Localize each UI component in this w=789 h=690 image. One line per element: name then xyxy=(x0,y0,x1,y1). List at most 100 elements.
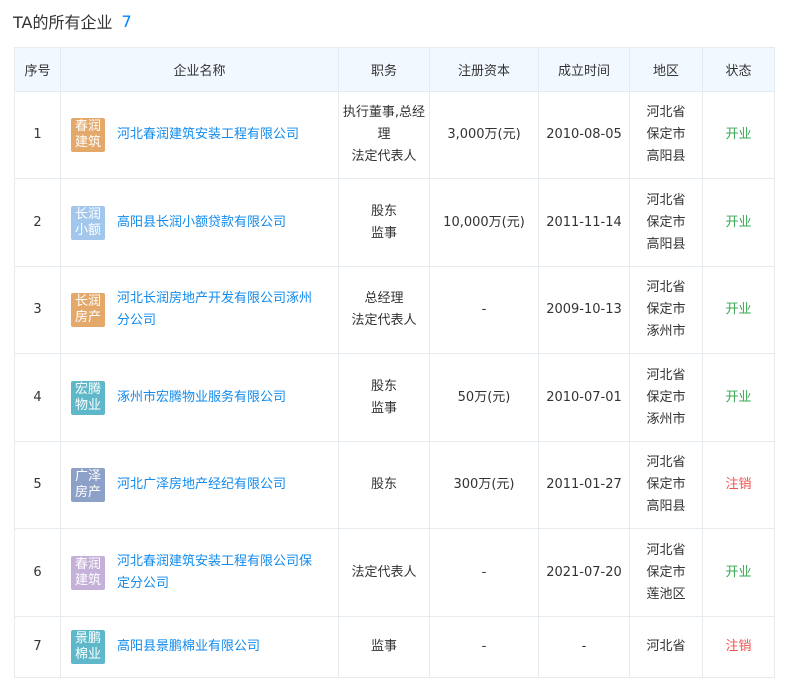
capital-cell: - xyxy=(429,616,539,678)
role-text: 股东 xyxy=(370,477,397,492)
row-index: 3 xyxy=(14,266,61,354)
table-row: 1 春润建筑 河北春润建筑安装工程有限公司 执行董事,总经理 法定代表人 3,000万(元… xyxy=(14,91,775,179)
row-index: 2 xyxy=(14,178,61,267)
company-logo[interactable]: 春润建筑 xyxy=(71,555,105,590)
capital-cell: - xyxy=(429,266,539,354)
company-logo[interactable]: 景鹏棉业 xyxy=(71,630,105,664)
company-logo-text: 春润建筑 xyxy=(74,119,101,150)
role-text: 法定代表人 xyxy=(351,564,417,580)
company-logo[interactable]: 宏腾物业 xyxy=(71,380,105,415)
region-text: 河北省 xyxy=(646,639,686,654)
table-row: 5 广泽房产 河北广泽房地产经纪有限公司 股东 300万(元) 2011-01-27 河北省… xyxy=(14,441,775,529)
role-cell: 股东 xyxy=(338,441,430,529)
company-logo-text: 春润建筑 xyxy=(74,556,101,588)
company-name-link[interactable]: 河北春润建筑安装工程有限公司 xyxy=(117,124,313,146)
region-text: 涿州市 xyxy=(646,411,686,427)
column-header-region: 地区 xyxy=(629,47,703,92)
company-name-wrap: 春润建筑 河北春润建筑安装工程有限公司保定分公司 xyxy=(71,551,338,595)
status-badge: 开业 xyxy=(702,91,775,179)
region-text: 保定市 xyxy=(646,127,686,142)
section-header: TA的所有企业 7 xyxy=(13,9,132,33)
role-text: 总经理 xyxy=(364,291,404,306)
company-cell: 春润建筑 河北春润建筑安装工程有限公司 xyxy=(60,91,339,179)
status-badge: 开业 xyxy=(702,178,775,267)
company-logo-text: 广泽房产 xyxy=(74,469,101,500)
founded-cell: - xyxy=(538,616,630,678)
founded-cell: 2011-11-14 xyxy=(538,178,630,267)
company-cell: 宏腾物业 涿州市宏腾物业服务有限公司 xyxy=(60,353,339,442)
company-logo-text: 宏腾物业 xyxy=(74,381,101,413)
table-row: 3 长润房产 河北长润房地产开发有限公司涿州分公司 总经理 法定代表人 -2009-10-… xyxy=(14,266,775,354)
company-name-link[interactable]: 河北春润建筑安装工程有限公司保定分公司 xyxy=(117,551,338,595)
founded-cell: 2011-01-27 xyxy=(538,441,630,529)
company-name-link[interactable]: 高阳县景鹏棉业有限公司 xyxy=(117,636,274,658)
company-logo[interactable]: 长润小额 xyxy=(71,205,105,240)
status-badge: 开业 xyxy=(702,266,775,354)
status-badge: 开业 xyxy=(702,528,775,617)
table-row: 6 春润建筑 河北春润建筑安装工程有限公司保定分公司 法定代表人 -2021-07-20… xyxy=(14,528,775,617)
role-cell: 法定代表人 xyxy=(338,528,430,617)
region-text: 河北省 xyxy=(646,542,686,558)
region-cell: 河北省 保定市 涿州市 xyxy=(629,353,703,442)
region-text: 高阳县 xyxy=(646,236,686,252)
company-name-wrap: 春润建筑 河北春润建筑安装工程有限公司 xyxy=(71,118,338,152)
region-text: 保定市 xyxy=(646,477,686,492)
company-name-link[interactable]: 河北长润房地产开发有限公司涿州分公司 xyxy=(117,288,338,332)
region-text: 河北省 xyxy=(646,455,686,470)
region-cell: 河北省 xyxy=(629,616,703,678)
role-cell: 股东 监事 xyxy=(338,353,430,442)
table-row: 2 长润小额 高阳县长润小额贷款有限公司 股东 监事 10,000万(元) 2011-11-… xyxy=(14,178,775,267)
company-cell: 春润建筑 河北春润建筑安装工程有限公司保定分公司 xyxy=(60,528,339,617)
region-text: 涿州市 xyxy=(646,324,686,339)
role-text: 监事 xyxy=(370,400,397,416)
role-text: 法定代表人 xyxy=(351,149,417,164)
column-header-status: 状态 xyxy=(702,47,775,92)
companies-table: 序号 企业名称 职务 注册资本 成立时间 地区 状态 1 春润建筑 河北春润建筑安装… xyxy=(14,47,775,678)
region-text: 河北省 xyxy=(646,280,686,295)
capital-cell: 3,000万(元) xyxy=(429,91,539,179)
company-name-link[interactable]: 高阳县长润小额贷款有限公司 xyxy=(117,212,300,234)
company-name-wrap: 长润房产 河北长润房地产开发有限公司涿州分公司 xyxy=(71,288,338,332)
region-text: 保定市 xyxy=(646,389,686,405)
region-text: 保定市 xyxy=(646,564,686,580)
region-text: 河北省 xyxy=(646,192,686,208)
status-badge: 开业 xyxy=(702,353,775,442)
status-badge: 注销 xyxy=(702,616,775,678)
column-header-founded: 成立时间 xyxy=(538,47,630,92)
capital-cell: 10,000万(元) xyxy=(429,178,539,267)
column-header-role: 职务 xyxy=(338,47,430,92)
company-name-link[interactable]: 河北广泽房地产经纪有限公司 xyxy=(117,474,300,496)
column-header-index: 序号 xyxy=(14,47,61,92)
founded-cell: 2010-07-01 xyxy=(538,353,630,442)
region-text: 高阳县 xyxy=(646,149,686,164)
table-header-row: 序号 企业名称 职务 注册资本 成立时间 地区 状态 xyxy=(14,47,775,92)
company-name-wrap: 景鹏棉业 高阳县景鹏棉业有限公司 xyxy=(71,630,338,664)
founded-cell: 2021-07-20 xyxy=(538,528,630,617)
row-index: 4 xyxy=(14,353,61,442)
role-text: 监事 xyxy=(370,639,397,654)
row-index: 6 xyxy=(14,528,61,617)
company-name-wrap: 长润小额 高阳县长润小额贷款有限公司 xyxy=(71,205,338,240)
region-cell: 河北省 保定市 高阳县 xyxy=(629,91,703,179)
company-cell: 景鹏棉业 高阳县景鹏棉业有限公司 xyxy=(60,616,339,678)
table-row: 4 宏腾物业 涿州市宏腾物业服务有限公司 股东 监事 50万(元) 2010-07-01 河北… xyxy=(14,353,775,442)
row-index: 7 xyxy=(14,616,61,678)
role-cell: 监事 xyxy=(338,616,430,678)
company-count: 7 xyxy=(121,11,132,31)
region-cell: 河北省 保定市 莲池区 xyxy=(629,528,703,617)
role-text: 股东 xyxy=(370,378,397,394)
role-text: 监事 xyxy=(370,225,397,241)
founded-cell: 2009-10-13 xyxy=(538,266,630,354)
row-index: 1 xyxy=(14,91,61,179)
company-logo[interactable]: 长润房产 xyxy=(71,293,105,327)
capital-cell: - xyxy=(429,528,539,617)
company-logo[interactable]: 春润建筑 xyxy=(71,118,105,152)
region-text: 高阳县 xyxy=(646,499,686,514)
region-cell: 河北省 保定市 高阳县 xyxy=(629,178,703,267)
company-name-link[interactable]: 涿州市宏腾物业服务有限公司 xyxy=(117,387,300,409)
region-cell: 河北省 保定市 高阳县 xyxy=(629,441,703,529)
company-logo[interactable]: 广泽房产 xyxy=(71,468,105,502)
company-cell: 广泽房产 河北广泽房地产经纪有限公司 xyxy=(60,441,339,529)
capital-cell: 300万(元) xyxy=(429,441,539,529)
region-text: 河北省 xyxy=(646,105,686,120)
